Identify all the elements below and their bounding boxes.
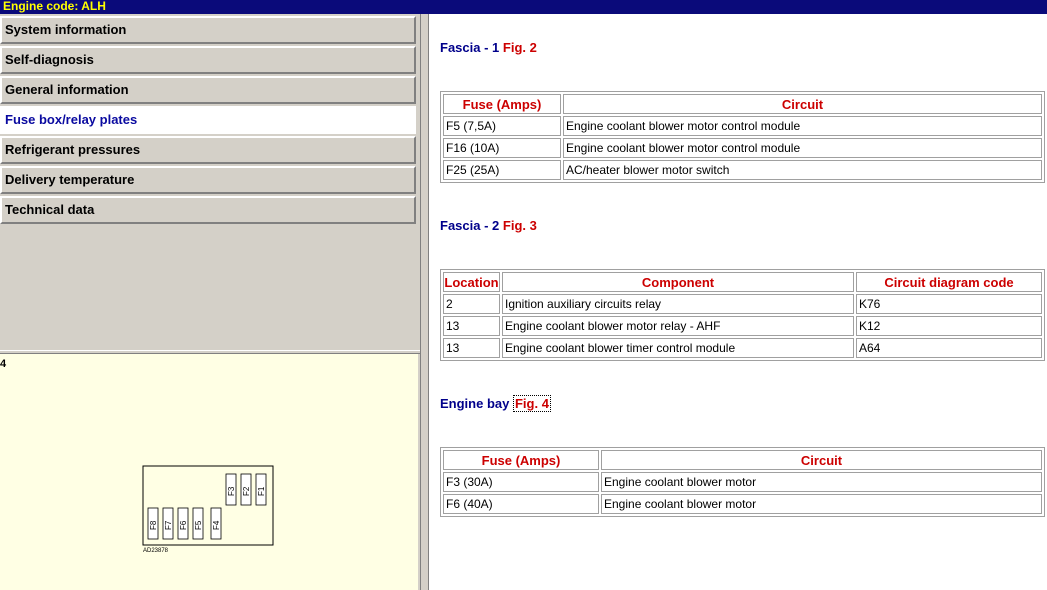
table-cell: F16 (10A) [443,138,561,158]
menu-item-technical-data[interactable]: Technical data [0,196,416,224]
table-cell: F25 (25A) [443,160,561,180]
section-heading-fascia-1: Fascia - 1 Fig. 2 [440,40,537,55]
menu-item-self-diagnosis[interactable]: Self-diagnosis [0,46,416,74]
window-title: Engine code: ALH [0,0,1047,14]
table-cell: Engine coolant blower motor control modu… [563,116,1042,136]
fuse-table-engine-bay: Fuse (Amps) Circuit F3 (30A) Engine cool… [440,447,1045,517]
table-row: F16 (10A) Engine coolant blower motor co… [443,138,1042,158]
fuse-label-f3: F3 [227,486,236,496]
content-pane: Fascia - 1 Fig. 2 Fuse (Amps) Circuit F5… [429,14,1047,590]
column-header: Fuse (Amps) [443,94,561,114]
section-title-text: Engine bay [440,396,510,411]
fuse-table-fascia-1: Fuse (Amps) Circuit F5 (7,5A) Engine coo… [440,91,1045,183]
table-row: 13 Engine coolant blower motor relay - A… [443,316,1042,336]
fuse-label-f7: F7 [164,520,173,530]
fuse-label-f1: F1 [257,486,266,496]
figure-image-pane: 4 F3 F2 F1 F8 F7 F6 F5 F4 AD23878 [0,354,418,590]
section-heading-fascia-2: Fascia - 2 Fig. 3 [440,218,537,233]
menu-item-general-information[interactable]: General information [0,76,416,104]
table-row: F6 (40A) Engine coolant blower motor [443,494,1042,514]
fuse-label-f2: F2 [242,486,251,496]
figure-link[interactable]: Fig. 3 [503,218,537,233]
section-heading-engine-bay: Engine bay Fig. 4 [440,395,551,412]
fuse-label-f5: F5 [194,520,203,530]
table-cell: K76 [856,294,1042,314]
fuse-F6: F6 [177,507,189,540]
fuse-box-diagram: F3 F2 F1 F8 F7 F6 F5 F4 AD23878 [142,465,274,554]
figure-code: AD23878 [143,548,169,554]
column-header: Circuit diagram code [856,272,1042,292]
table-cell: Engine coolant blower motor [601,472,1042,492]
section-number: - 2 [480,218,503,233]
figure-link[interactable]: Fig. 4 [512,395,551,412]
fuse-F3: F3 [225,473,237,506]
fuse-box-outline [142,465,274,546]
fuse-label-f8: F8 [149,520,158,530]
section-title-text: Fascia [440,40,481,55]
table-row: 2 Ignition auxiliary circuits relay K76 [443,294,1042,314]
table-header-row: Fuse (Amps) Circuit [443,450,1042,470]
left-pane: System information Self-diagnosis Genera… [0,14,420,590]
column-header: Component [502,272,854,292]
table-cell: A64 [856,338,1042,358]
table-cell: F6 (40A) [443,494,599,514]
vertical-splitter[interactable] [420,14,429,590]
table-cell: Engine coolant blower timer control modu… [502,338,854,358]
table-header-row: Location Component Circuit diagram code [443,272,1042,292]
menu-item-system-information[interactable]: System information [0,16,416,44]
fuse-F8: F8 [147,507,159,540]
table-row: F5 (7,5A) Engine coolant blower motor co… [443,116,1042,136]
fuse-label-f6: F6 [179,520,188,530]
table-cell: F3 (30A) [443,472,599,492]
table-cell: Engine coolant blower motor control modu… [563,138,1042,158]
figure-link[interactable]: Fig. 2 [503,40,537,55]
component-table-fascia-2: Location Component Circuit diagram code … [440,269,1045,361]
section-title-text: Fascia [440,218,481,233]
table-row: F25 (25A) AC/heater blower motor switch [443,160,1042,180]
table-row: 13 Engine coolant blower timer control m… [443,338,1042,358]
menu-item-delivery-temperature[interactable]: Delivery temperature [0,166,416,194]
navigation-menu: System information Self-diagnosis Genera… [0,14,420,350]
table-cell: Engine coolant blower motor relay - AHF [502,316,854,336]
menu-item-refrigerant-pressures[interactable]: Refrigerant pressures [0,136,416,164]
table-cell: K12 [856,316,1042,336]
column-header: Circuit [601,450,1042,470]
fuse-F5: F5 [192,507,204,540]
table-header-row: Fuse (Amps) Circuit [443,94,1042,114]
fuse-F4: F4 [210,507,222,540]
table-row: F3 (30A) Engine coolant blower motor [443,472,1042,492]
table-cell: Engine coolant blower motor [601,494,1042,514]
table-cell: 2 [443,294,500,314]
column-header: Circuit [563,94,1042,114]
fuse-F1: F1 [255,473,267,506]
table-cell: 13 [443,338,500,358]
table-cell: Ignition auxiliary circuits relay [502,294,854,314]
column-header: Location [443,272,500,292]
fuse-F2: F2 [240,473,252,506]
fuse-label-f4: F4 [212,520,221,530]
table-cell: F5 (7,5A) [443,116,561,136]
fuse-F7: F7 [162,507,174,540]
column-header: Fuse (Amps) [443,450,599,470]
section-number: - 1 [480,40,503,55]
menu-item-fuse-box-relay-plates[interactable]: Fuse box/relay plates [0,106,416,134]
table-cell: AC/heater blower motor switch [563,160,1042,180]
table-cell: 13 [443,316,500,336]
